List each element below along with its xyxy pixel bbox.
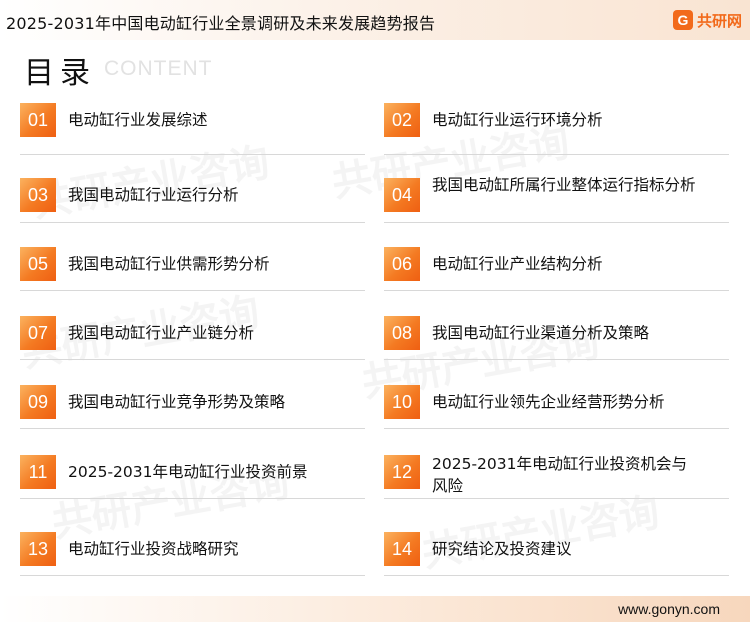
item-number-badge: 13 [20,532,56,566]
toc-item-05[interactable]: 05 我国电动缸行业供需形势分析 [20,247,365,291]
item-number-badge: 07 [20,316,56,350]
item-label: 电动缸行业投资战略研究 [68,540,239,558]
item-label: 我国电动缸行业渠道分析及策略 [432,324,650,342]
item-label: 我国电动缸行业供需形势分析 [68,255,270,273]
item-number-badge: 10 [384,385,420,419]
header-bar: 2025-2031年中国电动缸行业全景调研及未来发展趋势报告 G 共研网 [0,0,750,40]
item-label: 电动缸行业运行环境分析 [432,111,603,129]
item-label: 电动缸行业产业结构分析 [432,255,603,273]
logo-icon: G [672,10,693,30]
toc-item-06[interactable]: 06 电动缸行业产业结构分析 [384,247,729,291]
item-label: 我国电动缸行业产业链分析 [68,324,255,342]
item-label: 电动缸行业发展综述 [68,111,208,129]
toc-item-09[interactable]: 09 我国电动缸行业竞争形势及策略 [20,385,365,429]
item-number-badge: 01 [20,103,56,137]
item-label: 2025-2031年电动缸行业投资机会与风险 [432,455,687,495]
toc-item-01[interactable]: 01 电动缸行业发展综述 [20,103,365,155]
item-label: 我国电动缸行业运行分析 [68,186,239,204]
item-number-badge: 14 [384,532,420,566]
toc-item-11[interactable]: 11 2025-2031年电动缸行业投资前景 [20,455,365,499]
item-number-badge: 06 [384,247,420,281]
item-label: 电动缸行业领先企业经营形势分析 [432,393,665,411]
toc-item-02[interactable]: 02 电动缸行业运行环境分析 [384,103,729,155]
toc-subtitle: CONTENT [104,57,213,80]
footer-bar: www.gonyn.com [0,596,750,622]
toc-item-07[interactable]: 07 我国电动缸行业产业链分析 [20,316,365,360]
toc-item-10[interactable]: 10 电动缸行业领先企业经营形势分析 [384,385,729,429]
item-label: 我国电动缸所属行业整体运行指标分析 [432,176,696,194]
toc-item-03[interactable]: 03 我国电动缸行业运行分析 [20,178,365,223]
item-number-badge: 05 [20,247,56,281]
item-number-badge: 12 [384,455,420,489]
toc-item-04[interactable]: 04 我国电动缸所属行业整体运行指标分析 [384,176,729,223]
item-number-badge: 03 [20,178,56,212]
item-number-badge: 11 [20,455,56,489]
toc-item-08[interactable]: 08 我国电动缸行业渠道分析及策略 [384,316,729,360]
item-label: 我国电动缸行业竞争形势及策略 [68,393,286,411]
item-label: 2025-2031年电动缸行业投资前景 [68,463,308,481]
toc-item-13[interactable]: 13 电动缸行业投资战略研究 [20,532,365,576]
item-number-badge: 09 [20,385,56,419]
logo-text: 共研网 [696,11,742,30]
toc-title: 目录 [24,56,96,91]
toc-item-14[interactable]: 14 研究结论及投资建议 [384,532,729,576]
item-number-badge: 02 [384,103,420,137]
brand-logo: G 共研网 [672,9,742,31]
item-number-badge: 04 [384,178,420,212]
item-label: 研究结论及投资建议 [432,540,572,558]
report-title: 2025-2031年中国电动缸行业全景调研及未来发展趋势报告 [6,14,436,33]
website-link[interactable]: www.gonyn.com [618,601,720,617]
toc-item-12[interactable]: 12 2025-2031年电动缸行业投资机会与风险 [384,455,729,499]
item-number-badge: 08 [384,316,420,350]
